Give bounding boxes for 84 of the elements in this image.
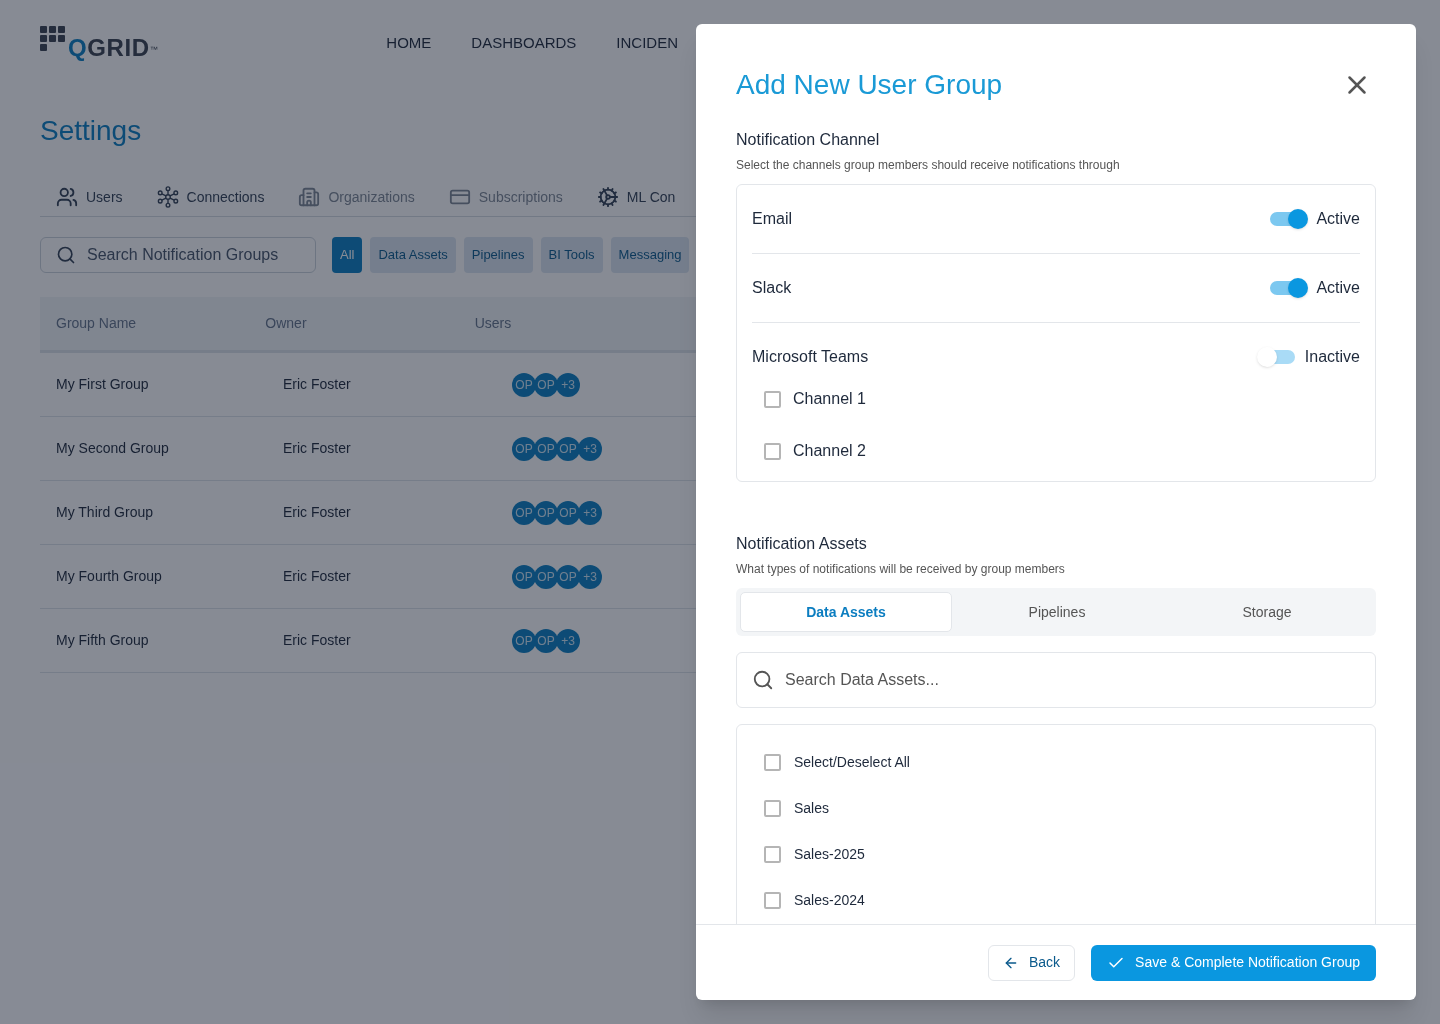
channel-label: Slack [752,278,792,298]
user-avatar: OP [556,500,580,525]
dialog-title: Add New User Group [736,68,1003,102]
save-button[interactable]: Save & Complete Notification Group [1091,944,1376,981]
table-cell: Eric Foster [283,568,351,584]
user-avatar: OP [534,436,558,461]
settings-tab[interactable]: ML Con [596,186,676,208]
section-title: Notification Channel [736,130,881,150]
user-avatar: OP [556,436,580,461]
back-button[interactable]: Back [988,944,1076,981]
column-header: Owner [265,315,307,331]
checkbox-label: Sales [794,799,830,818]
nav-link[interactable]: HOME [386,31,432,55]
table-cell: Eric Foster [283,440,351,456]
search-icon [56,245,76,265]
toggle-switch[interactable] [1256,347,1297,367]
search-icon [752,669,774,691]
logo-grid-icon [40,26,66,52]
logo-text: QGRID$^{™}$ [68,36,159,60]
user-avatar: OP [512,500,536,525]
section-subtitle: What types of notifications will be received by group members [736,561,1066,578]
table-cell: Eric Foster [283,376,351,392]
network-icon [156,186,179,208]
filter-chip[interactable]: Data Assets [370,237,456,273]
user-avatar: OP [556,564,580,589]
checkbox[interactable] [764,892,781,909]
user-avatar: +3 [578,500,602,525]
user-avatar: +3 [556,628,580,653]
checkbox[interactable] [764,390,781,408]
table-cell: My Fourth Group [56,568,162,584]
filter-chip[interactable]: BI Tools [540,237,603,273]
checkbox-label: Sales-2024 [794,891,865,910]
table-cell: Eric Foster [283,504,351,520]
tab[interactable]: Pipelines [952,592,1162,632]
status-label: Inactive [1304,347,1360,367]
user-avatar: OP [534,628,558,653]
checkbox[interactable] [764,846,781,863]
user-avatar: OP [512,372,536,397]
column-header: Group Name [56,315,137,331]
user-avatar: OP [512,564,536,589]
checkbox-label: Sales-2025 [794,845,865,864]
checkbox[interactable] [764,442,781,460]
status-label: Active [1316,209,1360,229]
channel-label: Microsoft Teams [752,347,869,367]
section-title: Notification Assets [736,534,868,554]
filter-chip[interactable]: Messaging [610,237,690,273]
search-field[interactable]: Search Data Assets... [736,652,1376,708]
page-title: Settings [40,114,143,148]
status-label: Active [1316,278,1360,298]
user-avatar: OP [512,628,536,653]
gear-icon [596,186,619,208]
toggle-switch[interactable] [1268,209,1309,229]
user-avatar: +3 [556,372,580,397]
user-avatar: +3 [578,564,602,589]
toggle-switch[interactable] [1268,278,1309,298]
tab[interactable]: Storage [1162,592,1372,632]
table-cell: My Second Group [56,440,169,456]
search-field[interactable]: Search Notification Groups [40,237,316,273]
table-cell: My Fifth Group [56,632,149,648]
settings-tab[interactable]: Connections [156,186,265,208]
column-header: Users [474,315,512,331]
section-subtitle: Select the channels group members should receive notifications through [736,157,1121,174]
user-avatar: OP [534,564,558,589]
checkbox-label: Channel 2 [793,441,866,461]
checkbox[interactable] [764,800,781,817]
nav-link[interactable]: INCIDEN [616,31,678,55]
building-icon [298,186,321,208]
filter-chip[interactable]: Pipelines [463,237,533,273]
table-cell: Eric Foster [283,632,351,648]
user-avatar: OP [534,500,558,525]
users-icon [56,186,78,208]
channel-label: Email [752,209,792,229]
checkbox-label: Channel 1 [793,389,866,409]
user-avatar: OP [534,372,558,397]
table-cell: My First Group [56,376,149,392]
filter-chip[interactable]: All [332,237,363,273]
nav-link[interactable]: DASHBOARDS [471,31,577,55]
table-cell: My Third Group [56,504,153,520]
tab[interactable]: Data Assets [740,592,952,632]
checkbox-label: Select/Deselect All [794,753,910,772]
checkbox[interactable] [764,754,781,771]
settings-tab[interactable]: Users [56,186,123,208]
user-avatar: OP [512,436,536,461]
user-avatar: +3 [578,436,602,461]
